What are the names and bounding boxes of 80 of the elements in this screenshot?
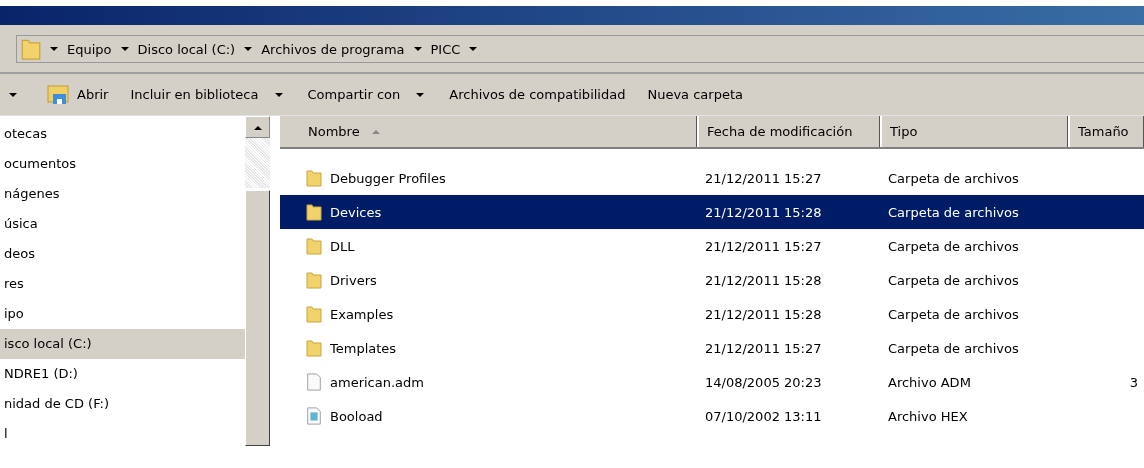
- type-cell-text: Carpeta de archivos: [887, 306, 1020, 322]
- file-row[interactable]: Examples 21/12/2011 15:28 Carpeta de archivos: [280, 297, 1144, 331]
- sidebar-item[interactable]: nidad de CD (F:): [0, 389, 245, 419]
- date-cell-text: 07/10/2002 13:11: [704, 408, 823, 424]
- type-cell-text: Archivo ADM: [887, 374, 972, 390]
- column-header[interactable]: Fecha de modificación: [697, 116, 880, 147]
- date-cell-text: 21/12/2011 15:28: [704, 306, 823, 322]
- menu-button[interactable]: Compartir con: [299, 83, 436, 106]
- scroll-up-button[interactable]: [245, 116, 270, 138]
- caret-icon[interactable]: [469, 47, 478, 51]
- caret-icon: [274, 92, 283, 97]
- date-cell-text: 21/12/2011 15:27: [704, 170, 823, 186]
- type-cell-text: Carpeta de archivos: [887, 340, 1020, 356]
- sidebar-item[interactable]: l: [0, 419, 245, 449]
- folder-icon: [306, 237, 322, 255]
- file-row[interactable]: Booload 07/10/2002 13:11 Archivo HEX: [280, 399, 1144, 433]
- sidebar-item[interactable]: ocumentos: [0, 149, 245, 179]
- file-row[interactable]: Devices 21/12/2011 15:28 Carpeta de archivos: [280, 195, 1144, 229]
- caret-icon[interactable]: [50, 47, 58, 51]
- folder-icon: [306, 271, 322, 289]
- sidebar-item[interactable]: res: [0, 269, 245, 299]
- open-button[interactable]: Abrir: [39, 79, 117, 110]
- type-cell-text: Archivo HEX: [887, 408, 969, 424]
- column-header[interactable]: Nombre: [280, 116, 697, 147]
- file-name: Templates: [330, 340, 397, 356]
- breadcrumb-item[interactable]: Equipo: [67, 41, 112, 57]
- date-cell-text: 21/12/2011 15:28: [704, 272, 823, 288]
- type-cell-text: Carpeta de archivos: [887, 170, 1020, 186]
- caret-icon[interactable]: [120, 47, 129, 51]
- date-cell-text: 21/12/2011 15:27: [704, 340, 823, 356]
- file-row[interactable]: Templates 21/12/2011 15:27 Carpeta de archivos: [280, 331, 1144, 365]
- column-header[interactable]: Tipo: [880, 116, 1068, 147]
- file-icon: [306, 373, 322, 391]
- sidebar-item[interactable]: úsica: [0, 209, 245, 239]
- sidebar-item[interactable]: otecas: [0, 119, 245, 149]
- sidebar-item[interactable]: NDRE1 (D:): [0, 359, 245, 389]
- file-row[interactable]: Debugger Profiles 21/12/2011 15:27 Carpeta de archivos: [280, 161, 1144, 195]
- folder-icon: [306, 203, 322, 221]
- file-name: Booload: [330, 408, 383, 424]
- toolbar-button[interactable]: Archivos de compatibilidad: [441, 83, 634, 106]
- sidebar-item[interactable]: isco local (C:): [0, 329, 245, 359]
- file-name: Examples: [330, 306, 394, 322]
- date-cell-text: 21/12/2011 15:28: [704, 204, 823, 220]
- breadcrumb-item[interactable]: Archivos de programa: [261, 41, 405, 57]
- size-cell: 3: [1129, 374, 1138, 390]
- folder-icon: [47, 83, 71, 106]
- folder-icon: [21, 37, 41, 61]
- file-row[interactable]: american.adm 14/08/2005 20:23 Archivo ADM 3: [280, 365, 1144, 399]
- sidebar-item[interactable]: deos: [0, 239, 245, 269]
- up-arrow-icon[interactable]: [253, 126, 262, 130]
- column-header[interactable]: Tamaño: [1068, 116, 1144, 147]
- breadcrumb-item[interactable]: PICC: [430, 41, 461, 57]
- file-name: Drivers: [330, 272, 377, 288]
- sidebar-item[interactable]: nágenes: [0, 179, 245, 209]
- folder-icon: [306, 305, 322, 323]
- type-cell-text: Carpeta de archivos: [887, 272, 1020, 288]
- menu-button[interactable]: Incluir en biblioteca: [122, 83, 294, 106]
- caret-icon[interactable]: [413, 47, 422, 51]
- caret-icon: [416, 92, 425, 97]
- toolbar-button[interactable]: Nueva carpeta: [639, 83, 751, 106]
- file-row[interactable]: Drivers 21/12/2011 15:28 Carpeta de archivos: [280, 263, 1144, 297]
- file-name: Devices: [330, 204, 382, 220]
- file-name: american.adm: [330, 374, 424, 390]
- breadcrumb-item[interactable]: Disco local (C:): [137, 41, 236, 57]
- type-cell-text: Carpeta de archivos: [887, 238, 1020, 254]
- file-icon: [306, 407, 322, 425]
- caret-icon[interactable]: [9, 92, 17, 97]
- date-cell-text: 21/12/2011 15:27: [704, 238, 823, 254]
- file-row[interactable]: DLL 21/12/2011 15:27 Carpeta de archivos: [280, 229, 1144, 263]
- folder-icon: [306, 169, 322, 187]
- scrollbar-thumb[interactable]: [245, 190, 270, 446]
- caret-icon[interactable]: [244, 47, 253, 51]
- date-cell-text: 14/08/2005 20:23: [704, 374, 823, 390]
- sidebar-item[interactable]: ipo: [0, 299, 245, 329]
- folder-icon: [306, 339, 322, 357]
- address-bar[interactable]: Equipo Disco local (C:) Archivos de programa PICC: [16, 35, 1144, 63]
- file-name: Debugger Profiles: [330, 170, 446, 186]
- sort-icon: [371, 129, 380, 134]
- file-name: DLL: [330, 238, 355, 254]
- type-cell-text: Carpeta de archivos: [887, 204, 1020, 220]
